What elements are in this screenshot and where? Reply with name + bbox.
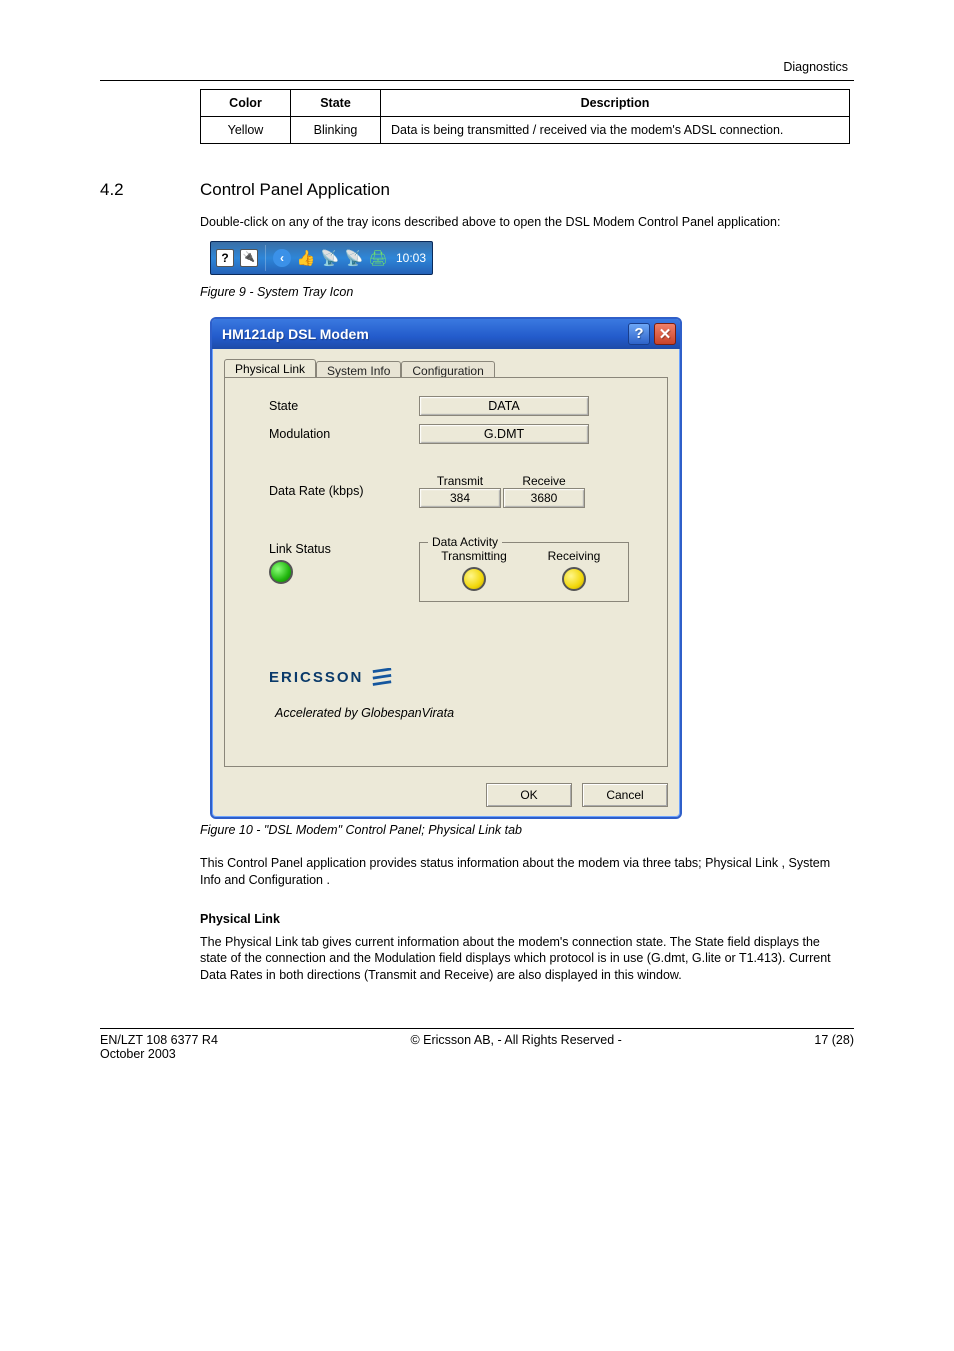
section-title: Control Panel Application <box>200 180 854 200</box>
data-activity-legend: Data Activity <box>428 535 502 549</box>
ericsson-wordmark: ERICSSON <box>269 669 363 686</box>
tray-help-icon[interactable]: ? <box>216 249 234 267</box>
header-rule <box>100 80 854 81</box>
datarate-head-receive: Receive <box>503 474 585 488</box>
page-footer: EN/LZT 108 6377 R4 © Ericsson AB, - All … <box>100 1028 854 1061</box>
cancel-button[interactable]: Cancel <box>582 783 668 807</box>
label-state: State <box>269 399 419 413</box>
footer-copyright: © Ericsson AB, - All Rights Reserved - <box>410 1033 621 1047</box>
link-status-led <box>269 560 293 584</box>
label-receiving: Receiving <box>532 549 616 563</box>
tray-thumb-icon[interactable]: 👍 <box>297 249 315 267</box>
tray-chevron-icon[interactable]: ‹ <box>273 249 291 267</box>
table-header-state: State <box>291 90 381 117</box>
tab-physical-link[interactable]: Physical Link <box>224 359 316 378</box>
datarate-value-rx: 3680 <box>503 488 585 508</box>
ericsson-wave-icon <box>371 668 393 688</box>
table-header-color: Color <box>201 90 291 117</box>
physical-link-body: The Physical Link tab gives current info… <box>200 934 850 985</box>
icon-state-table: Color State Description Yellow Blinking … <box>200 89 850 144</box>
data-activity-group: Data Activity Transmitting Receiving <box>419 542 629 602</box>
label-link-status: Link Status <box>269 542 419 556</box>
label-transmitting: Transmitting <box>432 549 516 563</box>
dialog-tabs: Physical Link System Info Configuration <box>224 359 668 378</box>
ericsson-logo: ERICSSON <box>269 668 649 688</box>
ok-button[interactable]: OK <box>486 783 572 807</box>
datarate-value-tx: 384 <box>419 488 501 508</box>
cell-state: Blinking <box>291 117 381 144</box>
value-modulation: G.DMT <box>419 424 589 444</box>
rx-led <box>562 567 586 591</box>
figure9-caption: Figure 9 - System Tray Icon <box>200 285 854 299</box>
tab-panel-physical-link: State DATA Modulation G.DMT Data Rate (k… <box>224 377 668 767</box>
page-header: Diagnostics <box>100 60 854 74</box>
footer-page-number: 17 (28) <box>814 1033 854 1047</box>
value-state: DATA <box>419 396 589 416</box>
tray-hardware-icon[interactable]: 🖨 <box>369 249 387 267</box>
figure10-caption: Figure 10 - "DSL Modem" Control Panel; P… <box>200 823 854 837</box>
dialog-title: HM121dp DSL Modem <box>222 326 369 342</box>
dialog-button-row: OK Cancel <box>212 775 680 817</box>
physical-link-heading: Physical Link <box>200 911 850 928</box>
table-header-desc: Description <box>381 90 850 117</box>
tray-clock: 10:03 <box>396 251 426 265</box>
cell-color: Yellow <box>201 117 291 144</box>
footer-date: October 2003 <box>100 1047 176 1061</box>
titlebar-close-button[interactable]: ✕ <box>654 323 676 345</box>
tx-led <box>462 567 486 591</box>
system-tray: ? 🔌 ‹ 👍 📡 📡 🖨 10:03 <box>210 241 433 275</box>
footer-doc-id: EN/LZT 108 6377 R4 <box>100 1033 218 1047</box>
titlebar-help-button[interactable]: ? <box>628 323 650 345</box>
header-section-label: Diagnostics <box>783 60 848 74</box>
label-datarate: Data Rate (kbps) <box>269 484 419 498</box>
datarate-grid: Transmit Receive 384 3680 <box>419 474 585 508</box>
dsl-modem-dialog: HM121dp DSL Modem ? ✕ Physical Link Syst… <box>210 317 682 819</box>
after-figure-text: This Control Panel application provides … <box>200 855 850 889</box>
cell-desc: Data is being transmitted / received via… <box>381 117 850 144</box>
systray-figure: ? 🔌 ‹ 👍 📡 📡 🖨 10:03 <box>210 241 854 275</box>
tray-plug-icon[interactable]: 🔌 <box>240 249 258 267</box>
dialog-titlebar[interactable]: HM121dp DSL Modem ? ✕ <box>212 319 680 349</box>
tray-separator <box>265 245 266 271</box>
label-modulation: Modulation <box>269 427 419 441</box>
accelerated-text: Accelerated by GlobespanVirata <box>275 706 649 720</box>
tray-network-icon-2[interactable]: 📡 <box>345 249 363 267</box>
datarate-head-transmit: Transmit <box>419 474 501 488</box>
table-row: Yellow Blinking Data is being transmitte… <box>201 117 850 144</box>
intro-paragraph: Double-click on any of the tray icons de… <box>200 214 850 231</box>
tray-network-icon-1[interactable]: 📡 <box>321 249 339 267</box>
